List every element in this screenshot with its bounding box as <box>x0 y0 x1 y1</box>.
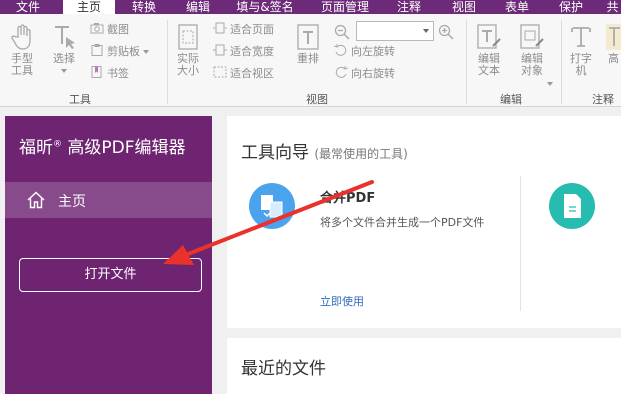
annotation-arrow <box>163 180 374 265</box>
arrow-shaft <box>186 180 374 256</box>
